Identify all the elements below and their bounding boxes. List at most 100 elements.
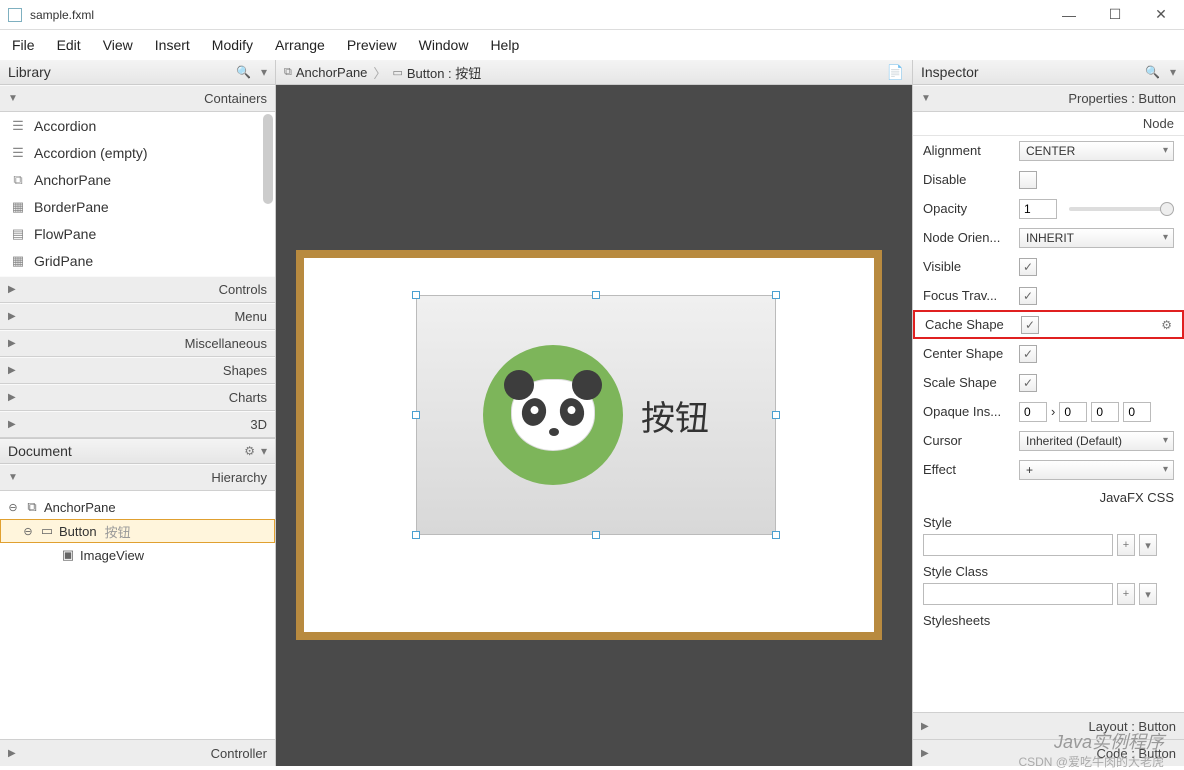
- menu-modify[interactable]: Modify: [212, 37, 253, 53]
- menu-arrange[interactable]: Arrange: [275, 37, 325, 53]
- document-icon[interactable]: 📄: [887, 64, 904, 81]
- lib-item-accordion[interactable]: ☰Accordion: [0, 112, 275, 139]
- menu-help[interactable]: Help: [490, 37, 519, 53]
- lib-item-accordion-empty[interactable]: ☰Accordion (empty): [0, 139, 275, 166]
- effect-combo[interactable]: +: [1019, 460, 1174, 480]
- resize-handle-s[interactable]: [592, 531, 600, 539]
- prop-center-shape: Center Shape ✓: [913, 339, 1184, 368]
- inspector-title: Inspector: [921, 64, 979, 80]
- menu-window[interactable]: Window: [419, 37, 469, 53]
- library-search-input[interactable]: [172, 65, 232, 79]
- section-controls[interactable]: ▶Controls: [0, 276, 275, 303]
- title-bar: sample.fxml — ☐ ✕: [0, 0, 1184, 30]
- minimize-button[interactable]: —: [1046, 0, 1092, 30]
- resize-handle-sw[interactable]: [412, 531, 420, 539]
- document-gear-icon[interactable]: ⚙: [244, 444, 255, 458]
- menu-edit[interactable]: Edit: [57, 37, 81, 53]
- style-label: Style: [923, 515, 1174, 530]
- inspector-menu-icon[interactable]: ▾: [1170, 65, 1176, 79]
- controller-header[interactable]: ▶Controller: [0, 739, 275, 766]
- css-group-title: JavaFX CSS: [913, 484, 1184, 511]
- library-menu-icon[interactable]: ▾: [261, 65, 267, 79]
- menu-file[interactable]: File: [12, 37, 35, 53]
- lib-item-flowpane[interactable]: ▤FlowPane: [0, 220, 275, 247]
- lib-item-borderpane[interactable]: ▦BorderPane: [0, 193, 275, 220]
- focus-trav-checkbox[interactable]: ✓: [1019, 287, 1037, 305]
- node-group-title: Node: [913, 112, 1184, 136]
- tree-anchorpane[interactable]: ⊖⧉AnchorPane: [0, 495, 275, 519]
- prop-alignment: Alignment CENTER: [913, 136, 1184, 165]
- crumb-anchorpane[interactable]: ⧉AnchorPane: [284, 65, 367, 80]
- canvas-area[interactable]: 按钮: [276, 85, 912, 766]
- hierarchy-header[interactable]: ▼Hierarchy: [0, 464, 275, 491]
- resize-handle-se[interactable]: [772, 531, 780, 539]
- document-menu-icon[interactable]: ▾: [261, 444, 267, 458]
- tree-imageview[interactable]: ▣ImageView: [0, 543, 275, 567]
- styleclass-menu-button[interactable]: ▾: [1139, 583, 1157, 605]
- style-input[interactable]: [923, 534, 1113, 556]
- alignment-combo[interactable]: CENTER: [1019, 141, 1174, 161]
- prop-opacity: Opacity: [913, 194, 1184, 223]
- prop-node-orientation: Node Orien... INHERIT: [913, 223, 1184, 252]
- stylesheets-label: Stylesheets: [913, 609, 1184, 632]
- inset-left[interactable]: [1123, 402, 1151, 422]
- resize-handle-n[interactable]: [592, 291, 600, 299]
- section-containers[interactable]: ▼Containers: [0, 85, 275, 112]
- close-button[interactable]: ✕: [1138, 0, 1184, 30]
- breadcrumb-bar: ⧉AnchorPane 〉 ▭Button : 按钮 📄: [276, 60, 912, 85]
- style-menu-button[interactable]: ▾: [1139, 534, 1157, 556]
- menu-insert[interactable]: Insert: [155, 37, 190, 53]
- prop-visible: Visible ✓: [913, 252, 1184, 281]
- styleclass-add-button[interactable]: +: [1117, 583, 1135, 605]
- cursor-combo[interactable]: Inherited (Default): [1019, 431, 1174, 451]
- panda-icon: [483, 345, 623, 485]
- disable-checkbox[interactable]: [1019, 171, 1037, 189]
- resize-handle-nw[interactable]: [412, 291, 420, 299]
- styleclass-input[interactable]: [923, 583, 1113, 605]
- inspector-header: Inspector 🔍 ▾: [913, 60, 1184, 85]
- scale-shape-checkbox[interactable]: ✓: [1019, 374, 1037, 392]
- section-menu[interactable]: ▶Menu: [0, 303, 275, 330]
- prop-gear-icon[interactable]: ⚙: [1161, 318, 1172, 332]
- prop-scale-shape: Scale Shape ✓: [913, 368, 1184, 397]
- search-icon[interactable]: 🔍: [1145, 65, 1160, 79]
- properties-header[interactable]: ▼Properties : Button: [913, 85, 1184, 112]
- visible-checkbox[interactable]: ✓: [1019, 258, 1037, 276]
- menu-view[interactable]: View: [103, 37, 133, 53]
- styleclass-label: Style Class: [923, 564, 1174, 579]
- library-title: Library: [8, 64, 51, 80]
- inset-top[interactable]: [1019, 402, 1047, 422]
- crumb-button[interactable]: ▭Button : 按钮: [392, 63, 481, 82]
- prop-cache-shape: Cache Shape ✓ ⚙: [913, 310, 1184, 339]
- center-shape-checkbox[interactable]: ✓: [1019, 345, 1037, 363]
- opacity-slider[interactable]: [1069, 207, 1174, 211]
- lib-item-gridpane[interactable]: ▦GridPane: [0, 247, 275, 274]
- section-3d[interactable]: ▶3D: [0, 411, 275, 438]
- button-component[interactable]: 按钮: [416, 295, 776, 535]
- menu-preview[interactable]: Preview: [347, 37, 397, 53]
- inset-bottom[interactable]: [1091, 402, 1119, 422]
- app-icon: [8, 8, 22, 22]
- resize-handle-w[interactable]: [412, 411, 420, 419]
- search-icon[interactable]: 🔍: [236, 65, 251, 79]
- node-orient-combo[interactable]: INHERIT: [1019, 228, 1174, 248]
- section-shapes[interactable]: ▶Shapes: [0, 357, 275, 384]
- resize-handle-ne[interactable]: [772, 291, 780, 299]
- watermark-sub: CSDN @爱吃牛肉的大老虎: [1018, 753, 1164, 770]
- library-scrollbar[interactable]: [263, 114, 273, 204]
- prop-cursor: Cursor Inherited (Default): [913, 426, 1184, 455]
- library-header: Library 🔍 ▾: [0, 60, 275, 85]
- document-header: Document ⚙ ▾: [0, 439, 275, 464]
- inset-right[interactable]: [1059, 402, 1087, 422]
- lib-item-hbox[interactable]: ▭HBox: [0, 274, 275, 276]
- maximize-button[interactable]: ☐: [1092, 0, 1138, 30]
- opacity-input[interactable]: [1019, 199, 1057, 219]
- section-misc[interactable]: ▶Miscellaneous: [0, 330, 275, 357]
- cache-shape-checkbox[interactable]: ✓: [1021, 316, 1039, 334]
- section-charts[interactable]: ▶Charts: [0, 384, 275, 411]
- resize-handle-e[interactable]: [772, 411, 780, 419]
- style-add-button[interactable]: +: [1117, 534, 1135, 556]
- tree-button[interactable]: ⊖▭Button按钮: [0, 519, 275, 543]
- lib-item-anchorpane[interactable]: ⧉AnchorPane: [0, 166, 275, 193]
- inspector-search-input[interactable]: [1081, 65, 1141, 79]
